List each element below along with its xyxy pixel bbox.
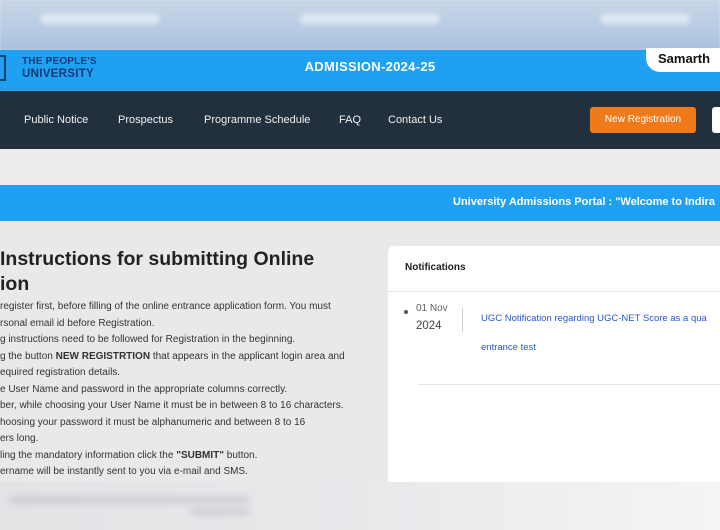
site-header: THE PEOPLE'S UNIVERSITY ADMISSION-2024-2… <box>0 48 720 91</box>
instruction-line: g instructions need to be followed for R… <box>0 334 296 345</box>
instruction-line: rsonal email id before Registration. <box>0 317 155 329</box>
new-registration-button[interactable]: New Registration <box>590 107 696 133</box>
instruction-line: e User Name and password in the appropri… <box>0 383 288 395</box>
logo-text-line2: UNIVERSITY <box>22 68 95 80</box>
instruction-line: ers long. <box>0 433 39 444</box>
instruction-line: ber, while choosing your User Name it mu… <box>0 400 344 411</box>
instruction-text: g the button <box>0 350 56 362</box>
spacer <box>0 149 720 185</box>
notification-link-continued[interactable]: entrance test <box>481 342 536 353</box>
divider <box>388 291 720 292</box>
instruction-text: that appears in the applicant login area… <box>150 350 345 362</box>
main-nav: Public Notice Prospectus Programme Sched… <box>0 91 720 149</box>
blurred-browser-chrome <box>0 0 720 50</box>
instruction-line: hoosing your password it must be alphanu… <box>0 416 306 428</box>
instructions-title-line1: Instructions for submitting Online <box>0 248 315 270</box>
nav-prospectus[interactable]: Prospectus <box>118 114 173 126</box>
divider <box>418 384 720 385</box>
instruction-text: button. <box>224 449 258 461</box>
nav-programme-schedule[interactable]: Programme Schedule <box>204 114 310 126</box>
instruction-line: ername will be instantly sent to you via… <box>0 466 248 477</box>
nav-faq[interactable]: FAQ <box>339 114 361 126</box>
date-separator <box>462 308 463 332</box>
instruction-line: ling the mandatory information click the… <box>0 450 257 461</box>
notification-link[interactable]: UGC Notification regarding UGC-NET Score… <box>481 313 707 324</box>
instruction-strong: NEW REGISTRTION <box>55 350 151 362</box>
blurred-bottom-area <box>0 482 720 530</box>
admission-title: ADMISSION-2024-25 <box>304 59 436 74</box>
nav-contact-us[interactable]: Contact Us <box>388 114 442 126</box>
notifications-panel: Notifications 01 Nov 2024 UGC Notificati… <box>388 246 720 486</box>
instruction-text: ling the mandatory information click the <box>0 449 177 461</box>
instruction-line: g the button NEW REGISTRTION that appear… <box>0 351 345 362</box>
logo-text-line1: THE PEOPLE'S <box>22 56 97 67</box>
instruction-line: register first, before filling of the on… <box>0 301 331 312</box>
marquee-text: University Admissions Portal : "Welcome … <box>453 196 715 208</box>
samarth-brand[interactable]: Samarth <box>646 48 720 72</box>
bullet-icon <box>404 310 408 314</box>
notifications-heading: Notifications <box>405 262 466 273</box>
instruction-strong: "SUBMIT" <box>176 449 225 461</box>
announcement-marquee: University Admissions Portal : "Welcome … <box>0 185 720 221</box>
instruction-line: equired registration details. <box>0 367 121 378</box>
notification-date-day: 01 Nov <box>416 303 448 314</box>
instructions-title-line2: ion <box>0 273 30 295</box>
university-logo[interactable] <box>0 55 6 81</box>
notification-date-year: 2024 <box>416 320 442 332</box>
nav-public-notice[interactable]: Public Notice <box>24 114 88 126</box>
login-button-edge[interactable] <box>712 107 720 133</box>
